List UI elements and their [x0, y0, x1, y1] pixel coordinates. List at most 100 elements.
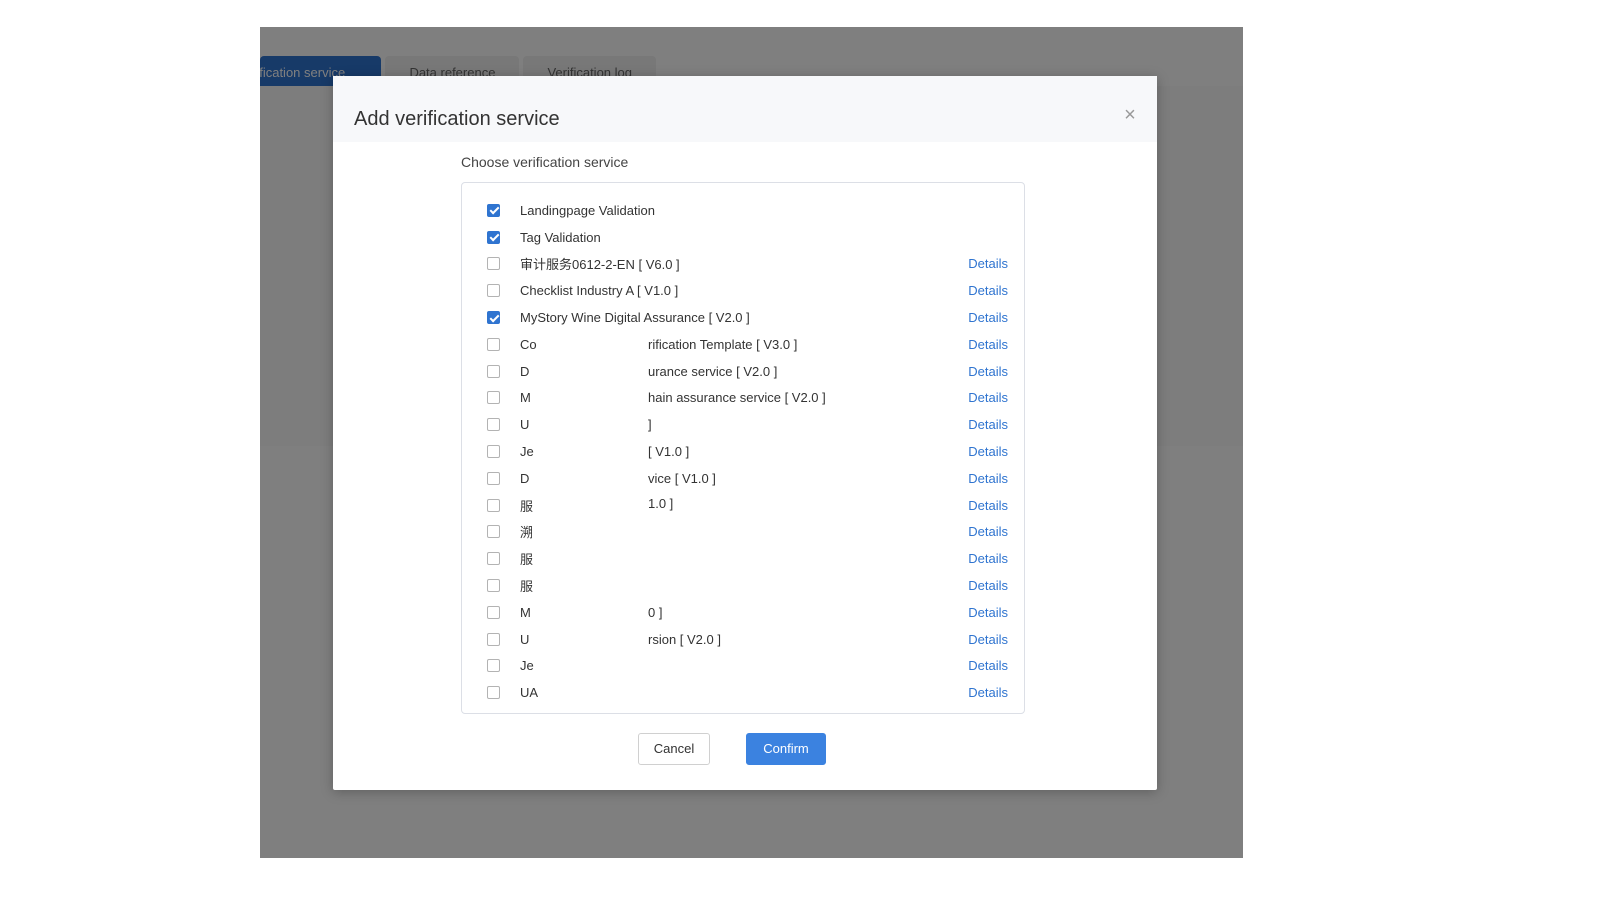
service-row: 服 Details	[462, 545, 1024, 572]
service-name-tail: rification Template [ V3.0 ]	[648, 336, 798, 352]
service-name: 审计服务0612-2-EN [ V6.0 ]	[520, 257, 680, 273]
service-name: D	[520, 363, 530, 379]
details-link[interactable]: Details	[968, 551, 1008, 566]
close-icon[interactable]: ×	[1121, 105, 1139, 125]
service-name: 服	[520, 579, 534, 595]
details-link[interactable]: Details	[968, 444, 1008, 459]
confirm-button[interactable]: Confirm	[746, 733, 826, 765]
service-name: Landingpage Validation	[520, 202, 655, 218]
details-link[interactable]: Details	[968, 283, 1008, 298]
service-row: Mhain assurance service [ V2.0 ] Details	[462, 385, 1024, 412]
service-label: Checklist Industry A [ V1.0 ]	[520, 283, 678, 298]
details-link[interactable]: Details	[968, 498, 1008, 513]
service-name-tail: ]	[648, 417, 652, 433]
service-name-tail: vice [ V1.0 ]	[648, 470, 716, 486]
service-checkbox[interactable]	[487, 552, 500, 566]
service-name: M	[520, 390, 531, 406]
service-row: UA Details	[462, 679, 1024, 706]
service-checkbox[interactable]	[487, 203, 500, 217]
service-checkbox[interactable]	[487, 284, 500, 298]
service-name: 溯	[520, 525, 534, 541]
service-label: Mhain assurance service [ V2.0 ]	[520, 390, 826, 406]
service-label: 审计服务0612-2-EN [ V6.0 ]	[520, 254, 680, 273]
details-link[interactable]: Details	[968, 256, 1008, 271]
service-checkbox[interactable]	[487, 445, 500, 459]
details-link[interactable]: Details	[968, 364, 1008, 379]
service-row: U] Details	[462, 411, 1024, 438]
service-label: UA	[520, 685, 538, 700]
service-label: 服	[520, 549, 533, 568]
details-link[interactable]: Details	[968, 605, 1008, 620]
service-name: U	[520, 631, 530, 647]
service-name: Je	[520, 444, 534, 460]
service-checkbox[interactable]	[487, 659, 500, 673]
service-row: 服 Details	[462, 572, 1024, 599]
service-name: D	[520, 470, 530, 486]
service-row: 服 1.0 ] Details	[462, 492, 1024, 519]
details-link[interactable]: Details	[968, 578, 1008, 593]
service-name: Tag Validation	[520, 229, 601, 245]
service-row: Landingpage Validation	[462, 197, 1024, 224]
service-checkbox[interactable]	[487, 605, 500, 619]
service-row: Checklist Industry A [ V1.0 ] Details	[462, 277, 1024, 304]
service-label: Je	[520, 658, 534, 673]
service-checkbox[interactable]	[487, 337, 500, 351]
service-name: Co	[520, 336, 537, 352]
service-name: MyStory Wine Digital Assurance [ V2.0 ]	[520, 310, 750, 326]
service-row: Tag Validation	[462, 224, 1024, 251]
service-label: Tag Validation	[520, 230, 601, 245]
service-checkbox[interactable]	[487, 257, 500, 271]
service-name-tail: urance service [ V2.0 ]	[648, 363, 778, 379]
service-row: MyStory Wine Digital Assurance [ V2.0 ] D…	[462, 304, 1024, 331]
add-verification-service-dialog: Add verification service × Choose verifi…	[333, 76, 1157, 790]
service-label: 服 1.0 ]	[520, 496, 673, 515]
service-row: Je [ V1.0 ] Details	[462, 438, 1024, 465]
service-label: U]	[520, 417, 652, 433]
service-label: Landingpage Validation	[520, 203, 655, 218]
service-checkbox[interactable]	[487, 391, 500, 405]
details-link[interactable]: Details	[968, 337, 1008, 352]
service-label: Durance service [ V2.0 ]	[520, 363, 777, 379]
service-row: M 0 ] Details	[462, 599, 1024, 626]
details-link[interactable]: Details	[968, 471, 1008, 486]
details-link[interactable]: Details	[968, 658, 1008, 673]
service-row: 溯 Details	[462, 519, 1024, 546]
service-name: M	[520, 604, 531, 620]
details-link[interactable]: Details	[968, 524, 1008, 539]
service-row: Je Details	[462, 653, 1024, 680]
details-link[interactable]: Details	[968, 685, 1008, 700]
service-row: Ursion [ V2.0 ] Details	[462, 626, 1024, 653]
service-list-box[interactable]: Landingpage Validation Tag Validation 审计服务…	[461, 182, 1025, 714]
details-link[interactable]: Details	[968, 417, 1008, 432]
service-checkbox[interactable]	[487, 418, 500, 432]
details-link[interactable]: Details	[968, 632, 1008, 647]
service-checkbox[interactable]	[487, 311, 500, 325]
service-row: Durance service [ V2.0 ] Details	[462, 358, 1024, 385]
service-checkbox[interactable]	[487, 230, 500, 244]
service-checkbox[interactable]	[487, 498, 500, 512]
dialog-footer: Cancel Confirm	[333, 733, 1157, 765]
cancel-button[interactable]: Cancel	[638, 733, 710, 765]
details-link[interactable]: Details	[968, 310, 1008, 325]
service-name-tail: [ V1.0 ]	[648, 444, 690, 460]
service-checkbox[interactable]	[487, 525, 500, 539]
service-checkbox[interactable]	[487, 364, 500, 378]
service-label: 溯	[520, 522, 533, 541]
service-name: 服	[520, 552, 534, 568]
service-label: Dvice [ V1.0 ]	[520, 470, 716, 486]
service-checkbox[interactable]	[487, 632, 500, 646]
service-name-tail: rsion [ V2.0 ]	[648, 631, 721, 647]
service-name-tail: hain assurance service [ V2.0 ]	[648, 390, 826, 406]
service-checkbox[interactable]	[487, 686, 500, 700]
service-label: 服	[520, 576, 533, 595]
service-name-tail: 0 ]	[648, 604, 663, 620]
dialog-title: Add verification service	[354, 108, 560, 130]
service-checkbox[interactable]	[487, 579, 500, 593]
service-name: Je	[520, 658, 534, 674]
service-label: Co rification Template [ V3.0 ]	[520, 336, 797, 352]
service-row: 审计服务0612-2-EN [ V6.0 ] Details	[462, 251, 1024, 278]
details-link[interactable]: Details	[968, 390, 1008, 405]
service-checkbox[interactable]	[487, 471, 500, 485]
service-label: Ursion [ V2.0 ]	[520, 631, 721, 647]
service-name: U	[520, 417, 530, 433]
